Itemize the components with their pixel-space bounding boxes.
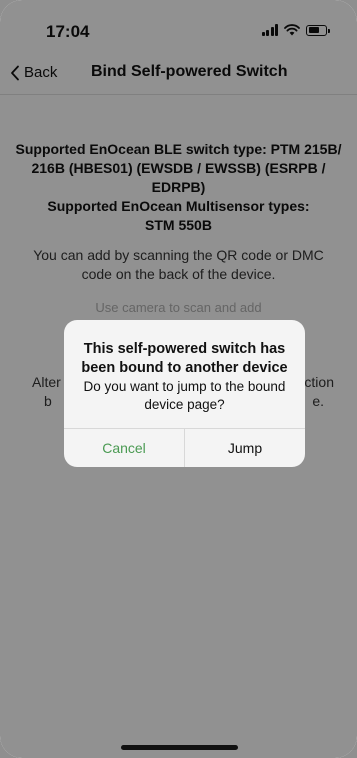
alert-message: Do you want to jump to the bound device …: [83, 379, 286, 412]
cancel-button[interactable]: Cancel: [64, 429, 185, 467]
bound-device-alert: This self-powered switch has been bound …: [64, 320, 305, 467]
home-indicator[interactable]: [121, 745, 238, 750]
app-screen: 17:04 Back Bind Self-powered Switch Supp…: [0, 0, 357, 758]
alert-title: This self-powered switch has been bound …: [81, 341, 288, 376]
alert-actions: Cancel Jump: [64, 428, 305, 467]
jump-button[interactable]: Jump: [185, 429, 305, 467]
